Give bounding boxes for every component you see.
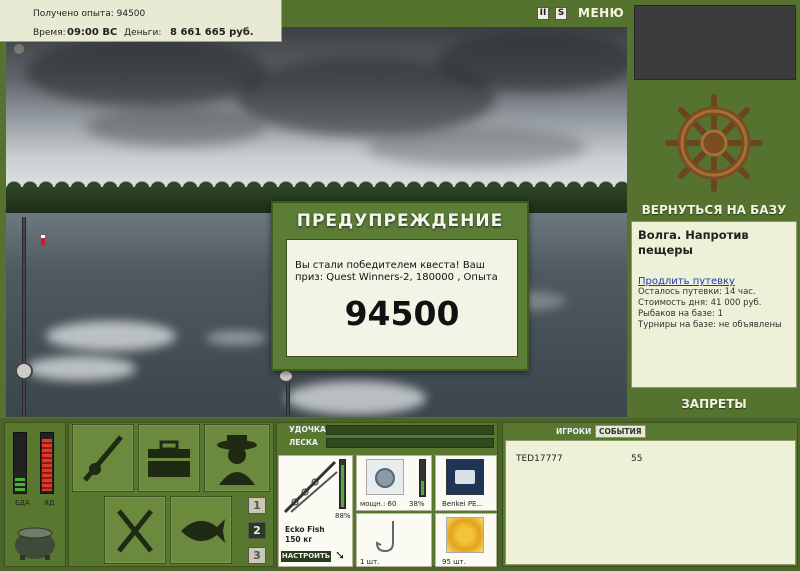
poison-meter <box>40 432 54 494</box>
tacklebox-button[interactable] <box>138 424 200 492</box>
poison-label: ЯД <box>44 499 55 507</box>
reel-percent: 38% <box>409 500 425 508</box>
time-label: Время: <box>33 28 66 38</box>
player-name[interactable]: TED17777 <box>516 454 563 464</box>
dialog-message: Вы стали победителем квеста! Ваш приз: Q… <box>295 260 498 283</box>
money-label: Деньги: <box>124 28 162 38</box>
fisherman-button[interactable] <box>204 424 270 492</box>
fish-icon <box>181 519 225 543</box>
permit-left: Осталось путевки: 14 час. <box>638 287 756 297</box>
hook-slot[interactable]: 1 шт. <box>356 513 432 567</box>
reel-slot[interactable]: мощн.: 60 38% <box>356 455 432 511</box>
buoy-icon <box>41 235 45 245</box>
slot-2-button[interactable]: 2 <box>248 522 266 539</box>
location-panel: Волга. Напротив пещеры Продлить путевку … <box>631 221 797 388</box>
knife-fork-icon <box>117 509 153 553</box>
reel-item-icon <box>366 459 404 495</box>
line-name: Benkei PE... <box>442 500 484 508</box>
home-icon[interactable] <box>14 44 24 54</box>
cauldron-icon[interactable] <box>12 517 58 561</box>
rod-reel-icon <box>83 435 123 482</box>
bans-button[interactable]: ЗАПРЕТЫ <box>628 397 800 411</box>
sky <box>6 27 627 202</box>
hook-icon <box>375 521 394 553</box>
rod-name: Ecko Fish <box>285 525 325 534</box>
line-slot[interactable]: Benkei PE... <box>435 455 497 511</box>
money-value: 8 661 665 руб. <box>170 27 254 38</box>
rod-weight: 150 кг <box>285 535 313 544</box>
tacklebox-icon <box>148 440 190 477</box>
experience-value: 94500 <box>116 9 146 19</box>
rod-icon <box>283 460 338 514</box>
tab-events[interactable]: СОБЫТИЯ <box>595 425 646 438</box>
minimap-box <box>634 5 796 80</box>
return-to-base-button[interactable]: ВЕРНУТЬСЯ НА БАЗУ <box>628 203 800 217</box>
experience-label: Получено опыта: <box>33 9 114 19</box>
bait-count: 95 шт. <box>442 558 466 566</box>
slot-1-button[interactable]: 1 <box>248 497 266 514</box>
setup-button[interactable]: НАСТРОИТЬ <box>281 551 331 562</box>
fish-button[interactable] <box>170 496 232 564</box>
reel-power: мощн.: 60 <box>360 500 397 508</box>
food-label: ЕДА <box>15 499 30 507</box>
pause-button[interactable]: II <box>537 7 549 20</box>
bait-slot[interactable]: 95 шт. <box>435 513 497 567</box>
reel-icon <box>15 362 33 380</box>
dialog-amount: 94500 <box>344 294 460 333</box>
rod-slot[interactable]: 88% Ecko Fish 150 кг НАСТРОИТЬ ➘ <box>278 455 353 567</box>
slot-3-button[interactable]: 3 <box>248 547 266 564</box>
time-value: 09:00 ВС <box>67 27 118 38</box>
reel-center-icon <box>278 369 294 383</box>
ship-wheel-icon[interactable] <box>664 93 764 193</box>
eat-button[interactable] <box>104 496 166 564</box>
warning-dialog: ПРЕДУПРЕЖДЕНИЕ Вы стали победителем квес… <box>271 201 529 371</box>
location-name: Волга. Напротив пещеры <box>638 228 749 257</box>
sound-button[interactable]: S <box>555 7 567 20</box>
tournaments: Турниры на базе: не объявлены <box>638 320 782 330</box>
dialog-title: ПРЕДУПРЕЖДЕНИЕ <box>296 211 504 231</box>
bait-corn-icon <box>446 517 484 553</box>
day-cost: Стоимость дня: 41 000 руб. <box>638 298 762 308</box>
arrow-icon[interactable]: ➘ <box>335 548 345 562</box>
rod-percent: 88% <box>335 512 351 520</box>
line-spool-icon <box>446 459 484 495</box>
fishers-count: Рыбаков на базе: 1 <box>638 309 723 319</box>
dialog-body: Вы стали победителем квеста! Ваш приз: Q… <box>286 239 518 357</box>
rod-tension-bar <box>326 425 494 435</box>
tab-players[interactable]: ИГРОКИ <box>556 427 591 436</box>
extend-permit-link[interactable]: Продлить путевку <box>638 276 790 287</box>
hook-count: 1 шт. <box>360 558 380 566</box>
game-screen: Получено опыта: 94500 Время: 09:00 ВС Де… <box>0 0 800 571</box>
line-tension-bar <box>326 438 494 448</box>
food-meter <box>13 432 27 494</box>
players-list: TED17777 55 <box>505 440 796 565</box>
rod-tension-label: УДОЧКА <box>289 425 326 434</box>
info-panel: Получено опыта: 94500 Время: 09:00 ВС Де… <box>0 0 282 42</box>
fisherman-icon <box>217 435 257 485</box>
fishing-rod-left-icon[interactable] <box>22 217 26 417</box>
line-tension-label: ЛЕСКА <box>289 438 318 447</box>
player-value: 55 <box>631 454 643 464</box>
tackle-button[interactable] <box>72 424 134 492</box>
menu-button[interactable]: МЕНЮ <box>578 6 624 20</box>
